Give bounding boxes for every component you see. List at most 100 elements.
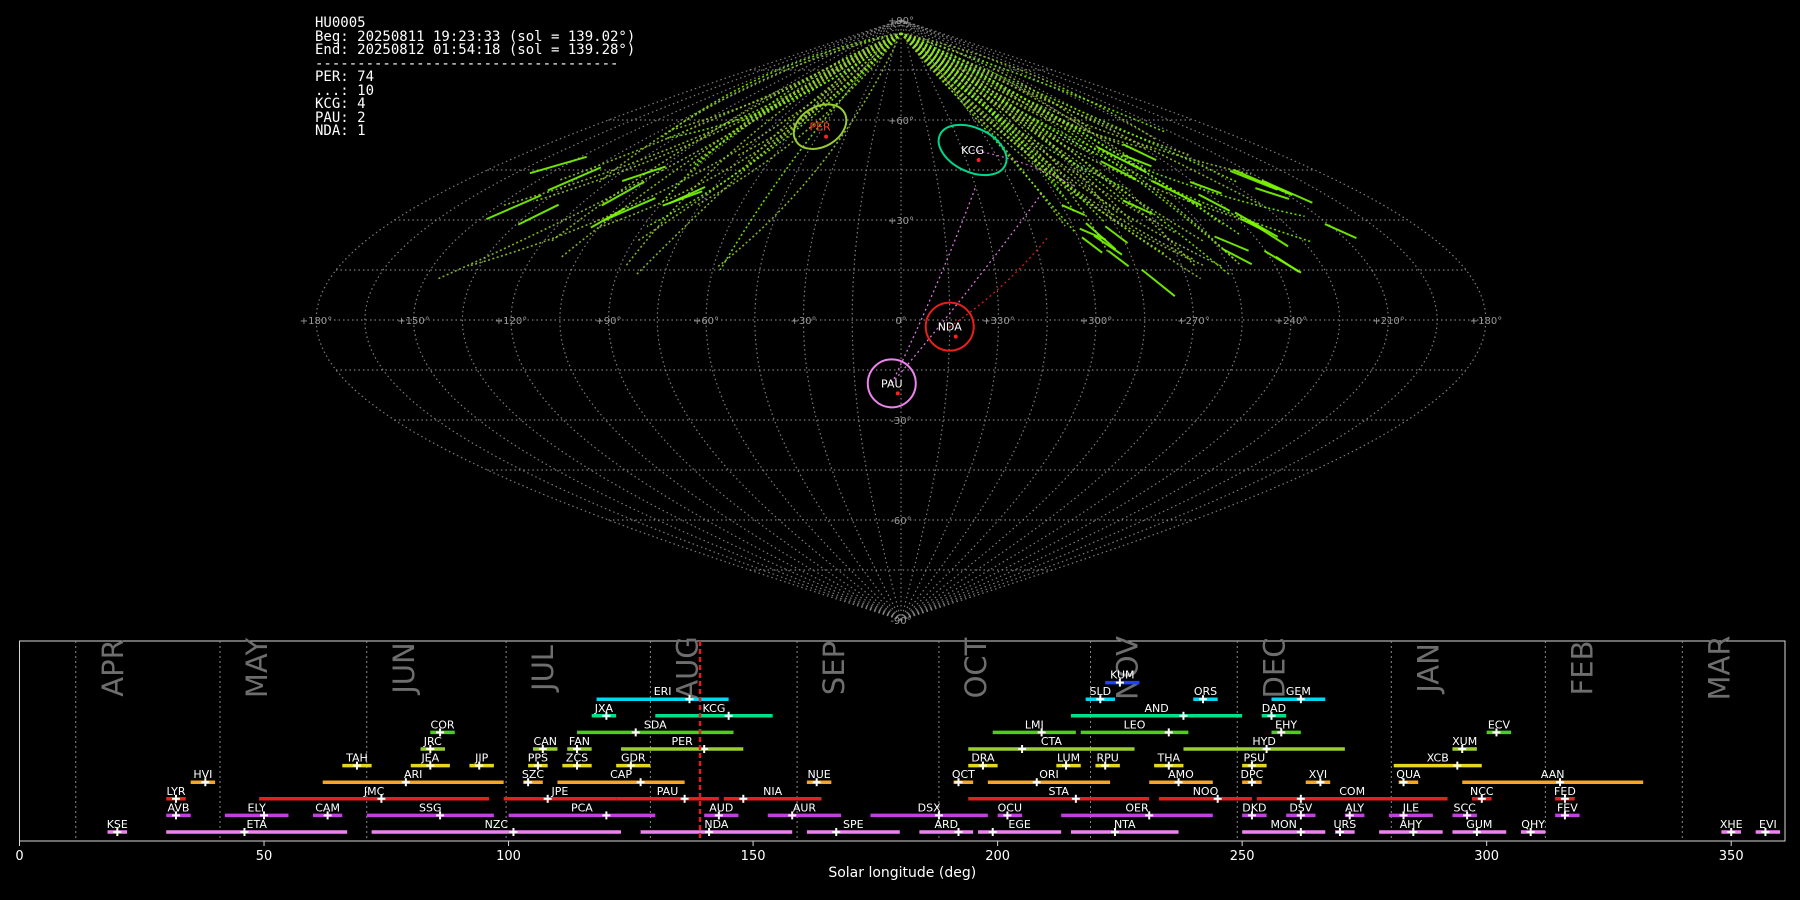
calendar-content: APR MAY JUN JUL AUG SEP OCT NOV DEC JAN FEB MARKUME… <box>15 635 1786 881</box>
shower-label: LMI <box>1025 718 1044 731</box>
shower-label: FAN <box>569 735 590 748</box>
x-tick-label: 200 <box>985 849 1010 864</box>
shower-label: XHE <box>1720 818 1743 831</box>
shower-label: GDR <box>621 752 646 765</box>
shower-label: STA <box>1049 785 1070 798</box>
shower-label: RPU <box>1096 752 1118 765</box>
shower-calendar: APR MAY JUN JUL AUG SEP OCT NOV DEC JAN FEB MARKUME… <box>15 635 1786 881</box>
shower-label: CAN <box>534 735 557 748</box>
shower-label: COM <box>1339 785 1365 798</box>
shower-label: KSE <box>107 818 128 831</box>
shower-label: AUD <box>709 801 733 814</box>
shower-label: KUM <box>1110 669 1134 682</box>
shower-label: ILE <box>1403 801 1419 814</box>
month-label: JAN <box>1411 643 1445 695</box>
shower-label: JRC <box>423 735 442 748</box>
shower-label: SZC <box>522 768 545 781</box>
shower-label: DKD <box>1242 801 1266 814</box>
shower-label: JXA <box>594 702 614 715</box>
x-tick-label: 100 <box>496 849 521 864</box>
shower-label: AAN <box>1541 768 1565 781</box>
shower-label: ARD <box>934 818 958 831</box>
month-label: APR <box>96 639 130 696</box>
shower-label: ALY <box>1345 801 1364 814</box>
shower-label: MON <box>1271 818 1297 831</box>
shower-label: CAP <box>610 768 632 781</box>
shower-label: SPE <box>843 818 864 831</box>
shower-label: PSU <box>1244 752 1266 765</box>
shower-label: ELY <box>248 801 267 814</box>
shower-label: GUM <box>1466 818 1492 831</box>
shower-label: AHY <box>1400 818 1423 831</box>
month-label: FEB <box>1565 641 1599 696</box>
shower-label: DSX <box>918 801 941 814</box>
shower-label: XVI <box>1309 768 1327 781</box>
shower-label: HVI <box>193 768 212 781</box>
shower-label: HYD <box>1252 735 1275 748</box>
shower-label: XUM <box>1452 735 1477 748</box>
shower-label: NOO <box>1193 785 1219 798</box>
month-label: MAR <box>1702 635 1736 700</box>
x-tick-label: 50 <box>256 849 273 864</box>
shower-label: DAD <box>1262 702 1286 715</box>
x-tick-label: 150 <box>741 849 766 864</box>
shower-label: PCA <box>571 801 593 814</box>
shower-label: XCB <box>1427 752 1449 765</box>
shower-label: SCC <box>1453 801 1476 814</box>
shower-label: NDA <box>704 818 729 831</box>
shower-label: ARI <box>404 768 422 781</box>
shower-label: ORI <box>1039 768 1059 781</box>
month-label: OCT <box>959 637 993 698</box>
month-label: MAY <box>240 638 274 699</box>
shower-label: NUE <box>807 768 830 781</box>
shower-label: TAH <box>345 752 368 765</box>
shower-label: LYR <box>166 785 185 798</box>
shower-label: JEA <box>420 752 439 765</box>
shower-label: AUR <box>793 801 817 814</box>
shower-label: LUM <box>1057 752 1080 765</box>
x-tick-label: 0 <box>15 849 23 864</box>
shower-label: EVI <box>1759 818 1777 831</box>
shower-label: CAM <box>315 801 340 814</box>
shower-label: QHY <box>1521 818 1545 831</box>
shower-label: NIA <box>763 785 782 798</box>
shower-label: QUA <box>1396 768 1421 781</box>
shower-label: SDA <box>644 718 667 731</box>
shower-label: PAU <box>657 785 679 798</box>
shower-label: ZCS <box>566 752 588 765</box>
shower-label: GEM <box>1286 685 1311 698</box>
shower-label: KCG <box>703 702 726 715</box>
shower-label: SSG <box>419 801 442 814</box>
x-tick-label: 300 <box>1474 849 1499 864</box>
shower-label: DPC <box>1241 768 1264 781</box>
month-label: JUL <box>526 645 560 693</box>
shower-label: ORS <box>1194 685 1217 698</box>
calendar-frame <box>19 640 1786 842</box>
shower-label: EGE <box>1008 818 1030 831</box>
shower-label: ECV <box>1488 718 1511 731</box>
shower-label: PER <box>672 735 694 748</box>
shower-label: LEO <box>1124 718 1146 731</box>
shower-label: DRA <box>971 752 995 765</box>
shower-label: FEV <box>1557 801 1578 814</box>
shower-label: AVB <box>167 801 189 814</box>
shower-label: SLD <box>1090 685 1112 698</box>
x-axis-label: Solar longitude (deg) <box>828 865 976 881</box>
shower-label: NTA <box>1114 818 1136 831</box>
shower-label: NZC <box>485 818 509 831</box>
shower-label: JIP <box>474 752 488 765</box>
shower-label: ERI <box>654 685 672 698</box>
month-label: JUN <box>387 642 421 695</box>
shower-label: ETA <box>247 818 268 831</box>
shower-label: COR <box>431 718 455 731</box>
shower-label: OER <box>1125 801 1149 814</box>
month-label: SEP <box>817 641 851 695</box>
x-tick-label: 350 <box>1719 849 1744 864</box>
shower-label: OCT <box>952 768 975 781</box>
x-tick-label: 250 <box>1230 849 1255 864</box>
shower-label: OCU <box>998 801 1022 814</box>
shower-label: JMC <box>363 785 385 798</box>
shower-label: THA <box>1157 752 1181 765</box>
shower-label: AND <box>1144 702 1168 715</box>
shower-label: DSV <box>1289 801 1312 814</box>
